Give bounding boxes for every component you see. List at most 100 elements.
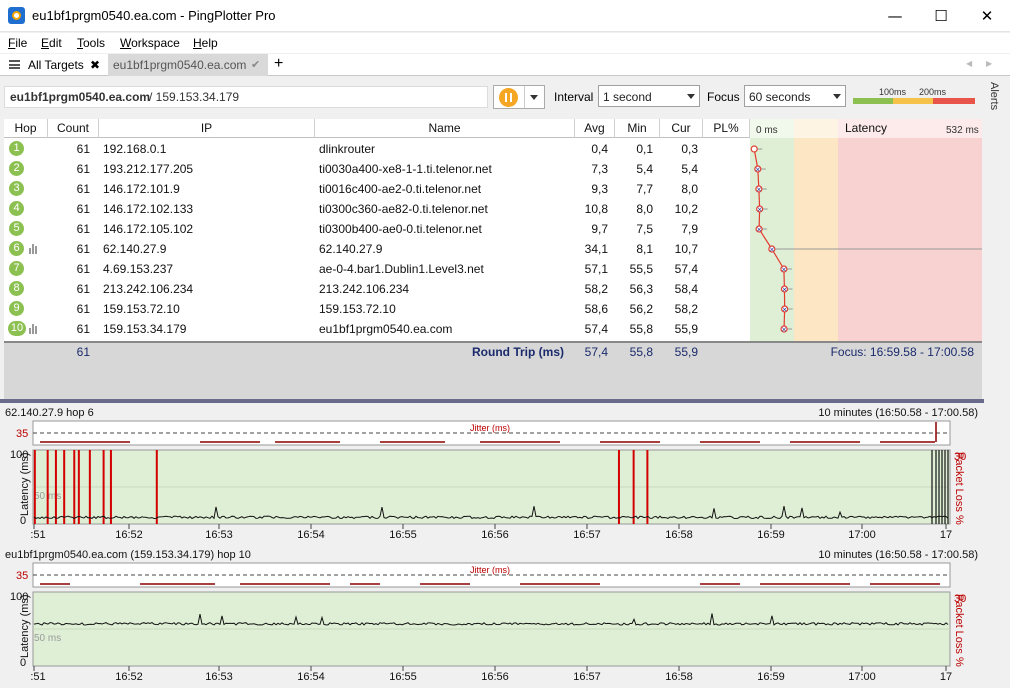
col-pl[interactable]: PL% <box>703 119 750 138</box>
table-row[interactable]: 7 61 4.69.153.237 ae-0-4.bar1.Dublin1.Level… <box>4 259 750 279</box>
tab-all-targets[interactable]: All Targets ✖ <box>0 54 108 76</box>
table-row[interactable]: 4 61 146.172.102.133 ti0300c360-ae82-0.ti.t… <box>4 199 750 219</box>
latency-legend: 100ms 200ms <box>853 87 975 107</box>
hop-number: 3 <box>9 181 24 196</box>
add-tab-button[interactable]: + <box>274 55 283 73</box>
target-toolbar: eu1bf1prgm0540.ea.com / 159.153.34.179 I… <box>0 77 984 119</box>
x-tick-label: 16:53 <box>205 529 233 541</box>
hop-count: 61 <box>76 222 90 236</box>
hop-name: ae-0-4.bar1.Dublin1.Level3.net <box>319 262 484 276</box>
hop-name: ti0300b400-ae0-0.ti.telenor.net <box>319 222 482 236</box>
hop-cur: 58,4 <box>674 282 698 296</box>
tab-all-label: All Targets <box>28 58 84 72</box>
hop-number: 8 <box>9 281 24 296</box>
timeline-chart-hop10: eu1bf1prgm0540.ea.com (159.153.34.179) h… <box>0 546 984 688</box>
hop-number: 4 <box>9 201 24 216</box>
hop-number: 1 <box>9 141 24 156</box>
col-cur[interactable]: Cur <box>660 119 703 138</box>
hop-name: ti0300c360-ae82-0.ti.telenor.net <box>319 202 488 216</box>
hop-min: 7,7 <box>636 182 653 196</box>
hop-ip: 192.168.0.1 <box>103 142 167 156</box>
table-row[interactable]: 5 61 146.172.105.102 ti0300b400-ae0-0.ti.te… <box>4 219 750 239</box>
table-row[interactable]: 1 61 192.168.0.1 dlinkrouter 0,4 0,1 0,3 <box>4 139 750 159</box>
min-latency-mark: × <box>782 285 787 295</box>
interval-label: Interval <box>554 90 594 104</box>
hop-name: ti0016c400-ae2-0.ti.telenor.net <box>319 182 482 196</box>
focus-label: Focus <box>707 90 740 104</box>
summary-label: Round Trip (ms) <box>472 345 564 359</box>
menu-file-rest: ile <box>15 36 28 50</box>
list-icon <box>9 60 20 69</box>
hop-number: 9 <box>9 301 24 316</box>
hop-rows: 1 61 192.168.0.1 dlinkrouter 0,4 0,1 0,3 2 61 193… <box>4 139 750 339</box>
x-tick-label: 17 <box>940 529 952 541</box>
pause-button[interactable] <box>499 88 518 107</box>
hop-ip: 4.69.153.237 <box>103 262 174 276</box>
x-tick-label: :51 <box>30 529 45 541</box>
y-axis-label: Latency (ms) <box>19 452 31 516</box>
table-row[interactable]: 2 61 193.212.177.205 ti0030a400-xe8-1-1.ti.… <box>4 159 750 179</box>
maximize-button[interactable]: ☐ <box>918 0 964 32</box>
focus-select[interactable]: 60 seconds <box>744 85 846 107</box>
min-latency-mark: × <box>755 165 760 175</box>
col-name[interactable]: Name <box>315 119 575 138</box>
nav-left-icon[interactable]: ◀ <box>966 59 972 68</box>
interval-select[interactable]: 1 second <box>598 85 700 107</box>
hop-number: 2 <box>9 161 24 176</box>
x-tick-label: 16:54 <box>297 529 325 541</box>
col-count[interactable]: Count <box>48 119 99 138</box>
menu-file[interactable]: File <box>8 36 27 50</box>
tab-bar: All Targets ✖ eu1bf1prgm0540.ea.com ✔ + … <box>0 54 1010 76</box>
app-logo-icon <box>8 7 25 24</box>
chevron-down-icon <box>687 94 695 99</box>
hop-avg: 34,1 <box>584 242 608 256</box>
focus-value: 60 seconds <box>749 90 811 104</box>
table-row[interactable]: 3 61 146.172.101.9 ti0016c400-ae2-0.ti.tele… <box>4 179 750 199</box>
splitter[interactable] <box>0 399 984 403</box>
col-avg[interactable]: Avg <box>575 119 615 138</box>
x-tick-label: :51 <box>30 671 45 683</box>
x-tick-label: 16:59 <box>757 671 785 683</box>
chart-title: eu1bf1prgm0540.ea.com (159.153.34.179) h… <box>5 549 251 561</box>
menu-tools[interactable]: Tools <box>77 36 105 50</box>
timeline-svg: 62.140.27.9 hop 6 10 minutes (16:50.58 - … <box>5 407 978 541</box>
timeline-svg: eu1bf1prgm0540.ea.com (159.153.34.179) h… <box>5 549 978 683</box>
hop-count: 61 <box>76 202 90 216</box>
hop-min: 55,8 <box>629 322 653 336</box>
x-tick-label: 16:52 <box>115 671 143 683</box>
pause-dropdown-icon[interactable] <box>530 95 538 100</box>
alerts-panel[interactable] <box>984 77 1010 688</box>
pl-axis-label: Packet Loss % <box>953 452 965 525</box>
target-field[interactable]: eu1bf1prgm0540.ea.com / 159.153.34.179 <box>4 86 488 108</box>
min-latency-mark: × <box>757 205 762 215</box>
menu-help[interactable]: Help <box>193 36 218 50</box>
hop-min: 55,5 <box>629 262 653 276</box>
col-hop[interactable]: Hop <box>4 119 48 138</box>
menu-workspace-rest: orkspace <box>131 36 180 50</box>
alerts-label: Alerts <box>988 82 1000 111</box>
nav-right-icon[interactable]: ▶ <box>986 59 992 68</box>
menu-edit-rest: dit <box>49 36 62 50</box>
tab-target[interactable]: eu1bf1prgm0540.ea.com ✔ <box>108 54 268 76</box>
hop-name: 62.140.27.9 <box>319 242 383 256</box>
legend-200: 200ms <box>919 87 947 97</box>
y-tick-mid: 50 ms <box>34 633 61 644</box>
menu-workspace[interactable]: Workspace <box>120 36 180 50</box>
table-row[interactable]: 6 61 62.140.27.9 62.140.27.9 34,1 8,1 10,7 <box>4 239 750 259</box>
minimize-button[interactable]: — <box>872 0 918 32</box>
table-row[interactable]: 10 61 159.153.34.179 eu1bf1prgm0540.ea.com 5… <box>4 319 750 339</box>
hop-cur: 58,2 <box>674 302 698 316</box>
hop-ip: 62.140.27.9 <box>103 242 167 256</box>
x-tick-label: 16:57 <box>573 529 601 541</box>
x-tick-label: 16:58 <box>665 529 693 541</box>
x-tick-label: 17:00 <box>848 529 876 541</box>
table-row[interactable]: 8 61 213.242.106.234 213.242.106.234 58,2 56,… <box>4 279 750 299</box>
col-min[interactable]: Min <box>615 119 660 138</box>
menu-edit[interactable]: Edit <box>41 36 62 50</box>
close-tab-icon[interactable]: ✖ <box>90 58 100 72</box>
x-tick-label: 16:57 <box>573 671 601 683</box>
summary-cur: 55,9 <box>674 345 698 359</box>
close-button[interactable]: ✕ <box>964 0 1010 32</box>
col-ip[interactable]: IP <box>99 119 315 138</box>
table-row[interactable]: 9 61 159.153.72.10 159.153.72.10 58,6 56,2 58,… <box>4 299 750 319</box>
